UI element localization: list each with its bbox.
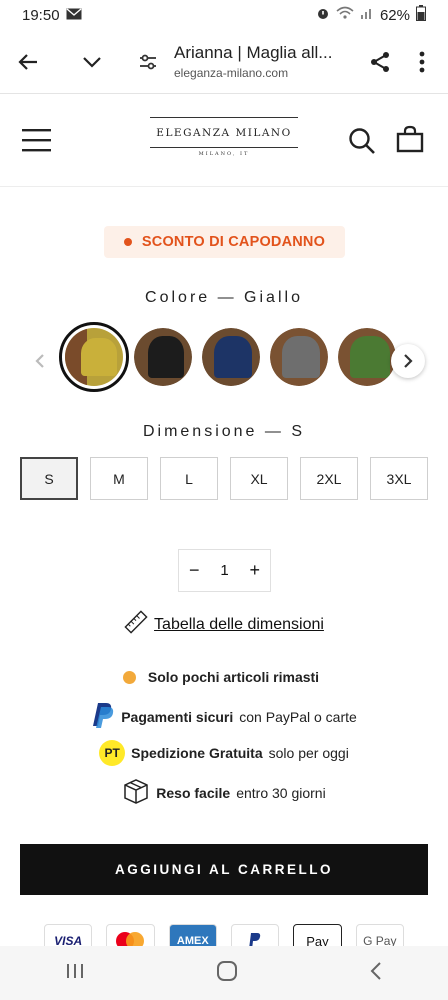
- pt-badge-label: PT: [104, 746, 120, 760]
- size-options: S M L XL 2XL 3XL: [20, 457, 428, 500]
- mastercard-icon: [106, 924, 155, 946]
- share-icon[interactable]: [360, 42, 400, 82]
- promo-dot-icon: [123, 238, 132, 246]
- visa-icon: VISA: [44, 924, 93, 946]
- promo-badge: SCONTO DI CAPODANNO: [104, 226, 345, 258]
- stock-dot-icon: [122, 670, 136, 684]
- feature-low-stock-bold: Solo pochi articoli rimasti: [147, 669, 320, 685]
- feature-free-shipping: PT Spedizione Gratuita solo per oggi: [0, 740, 448, 766]
- ruler-icon: [124, 610, 148, 639]
- swatch-navy[interactable]: [202, 328, 260, 386]
- apple-pay-icon: Pay: [293, 924, 342, 947]
- feature-secure-payments: Pagamenti sicuri con PayPal o carte: [0, 702, 448, 731]
- swatch-green[interactable]: [338, 328, 396, 386]
- pt-badge-icon: PT: [99, 740, 126, 766]
- feature-easy-return-text: entro 30 giorni: [236, 784, 326, 801]
- recent-apps-icon[interactable]: [65, 962, 85, 985]
- size-table-label: Tabella delle dimensioni: [154, 615, 324, 633]
- battery-level: 62%: [379, 6, 410, 24]
- chevron-down-icon[interactable]: [72, 42, 112, 82]
- amex-icon: AMEX: [168, 924, 217, 946]
- paypal-icon: [91, 702, 115, 731]
- size-option-l[interactable]: L: [160, 457, 218, 500]
- battery-icon: [416, 5, 426, 25]
- prev-swatch-button[interactable]: [23, 344, 57, 378]
- promo-label: SCONTO DI CAPODANNO: [141, 234, 326, 250]
- quantity-increase-button[interactable]: +: [249, 560, 260, 581]
- google-pay-icon: G Pay: [355, 924, 404, 946]
- paypal-pay-icon: [230, 924, 280, 946]
- add-to-cart-button[interactable]: AGGIUNGI AL CARRELLO: [20, 844, 428, 895]
- swatch-black[interactable]: [134, 328, 192, 386]
- feature-secure-payments-bold: Pagamenti sicuri: [121, 708, 234, 725]
- swatch-grey[interactable]: [270, 328, 328, 386]
- quantity-decrease-button[interactable]: −: [189, 560, 200, 581]
- size-option-2xl[interactable]: 2XL: [300, 457, 358, 500]
- more-menu-icon[interactable]: [402, 42, 442, 82]
- mail-icon: [66, 7, 82, 24]
- search-icon[interactable]: [348, 127, 376, 160]
- site-settings-icon[interactable]: [128, 42, 168, 82]
- next-swatch-button[interactable]: [391, 344, 425, 378]
- cart-bag-icon[interactable]: [396, 125, 424, 158]
- status-bar: 19:50 62%: [0, 0, 448, 30]
- color-swatches: [0, 322, 448, 398]
- payment-methods: VISA AMEX Pay G Pay: [44, 924, 404, 946]
- browser-toolbar: Arianna | Maglia all... eleganza-milano.…: [0, 30, 448, 94]
- feature-easy-return-bold: Reso facile: [156, 784, 231, 801]
- size-table-link[interactable]: Tabella delle dimensioni: [0, 610, 448, 639]
- size-option-m[interactable]: M: [90, 457, 148, 500]
- size-option-s[interactable]: S: [20, 457, 78, 500]
- logo-name: ELEGANZA MILANO: [156, 127, 292, 139]
- quantity-value[interactable]: 1: [220, 562, 228, 579]
- signal-icon: [360, 6, 374, 24]
- logo-sub: MILANO, IT: [198, 151, 250, 157]
- site-header: ELEGANZA MILANO MILANO, IT: [0, 95, 448, 187]
- address-bar[interactable]: Arianna | Maglia all... eleganza-milano.…: [168, 43, 352, 80]
- swatch-yellow[interactable]: [59, 322, 129, 392]
- quantity-stepper: − 1 +: [178, 549, 271, 592]
- system-nav-bar: [0, 946, 448, 1000]
- home-icon[interactable]: [216, 960, 238, 987]
- hamburger-menu-icon[interactable]: [22, 127, 52, 158]
- color-label: Colore — Giallo: [145, 289, 303, 306]
- store-logo[interactable]: ELEGANZA MILANO MILANO, IT: [150, 117, 298, 165]
- page-domain: eleganza-milano.com: [174, 66, 289, 80]
- feature-easy-return: Reso facile entro 30 giorni: [0, 777, 448, 808]
- page-title: Arianna | Maglia all...: [174, 43, 333, 62]
- size-option-xl[interactable]: XL: [230, 457, 288, 500]
- size-option-3xl[interactable]: 3XL: [370, 457, 428, 500]
- feature-secure-payments-text: con PayPal o carte: [239, 708, 357, 725]
- wifi-icon: [336, 6, 354, 24]
- feature-low-stock: Solo pochi articoli rimasti: [0, 669, 448, 685]
- apple-pay-label: Pay: [306, 933, 329, 947]
- back-nav-icon[interactable]: [369, 961, 383, 986]
- size-label: Dimensione — S: [142, 423, 306, 440]
- box-icon: [122, 777, 150, 808]
- feature-free-shipping-bold: Spedizione Gratuita: [131, 745, 263, 761]
- alarm-icon: [316, 6, 330, 24]
- feature-free-shipping-text: solo per oggi: [268, 745, 349, 761]
- back-arrow-icon[interactable]: [8, 42, 48, 82]
- status-time: 19:50: [22, 6, 60, 24]
